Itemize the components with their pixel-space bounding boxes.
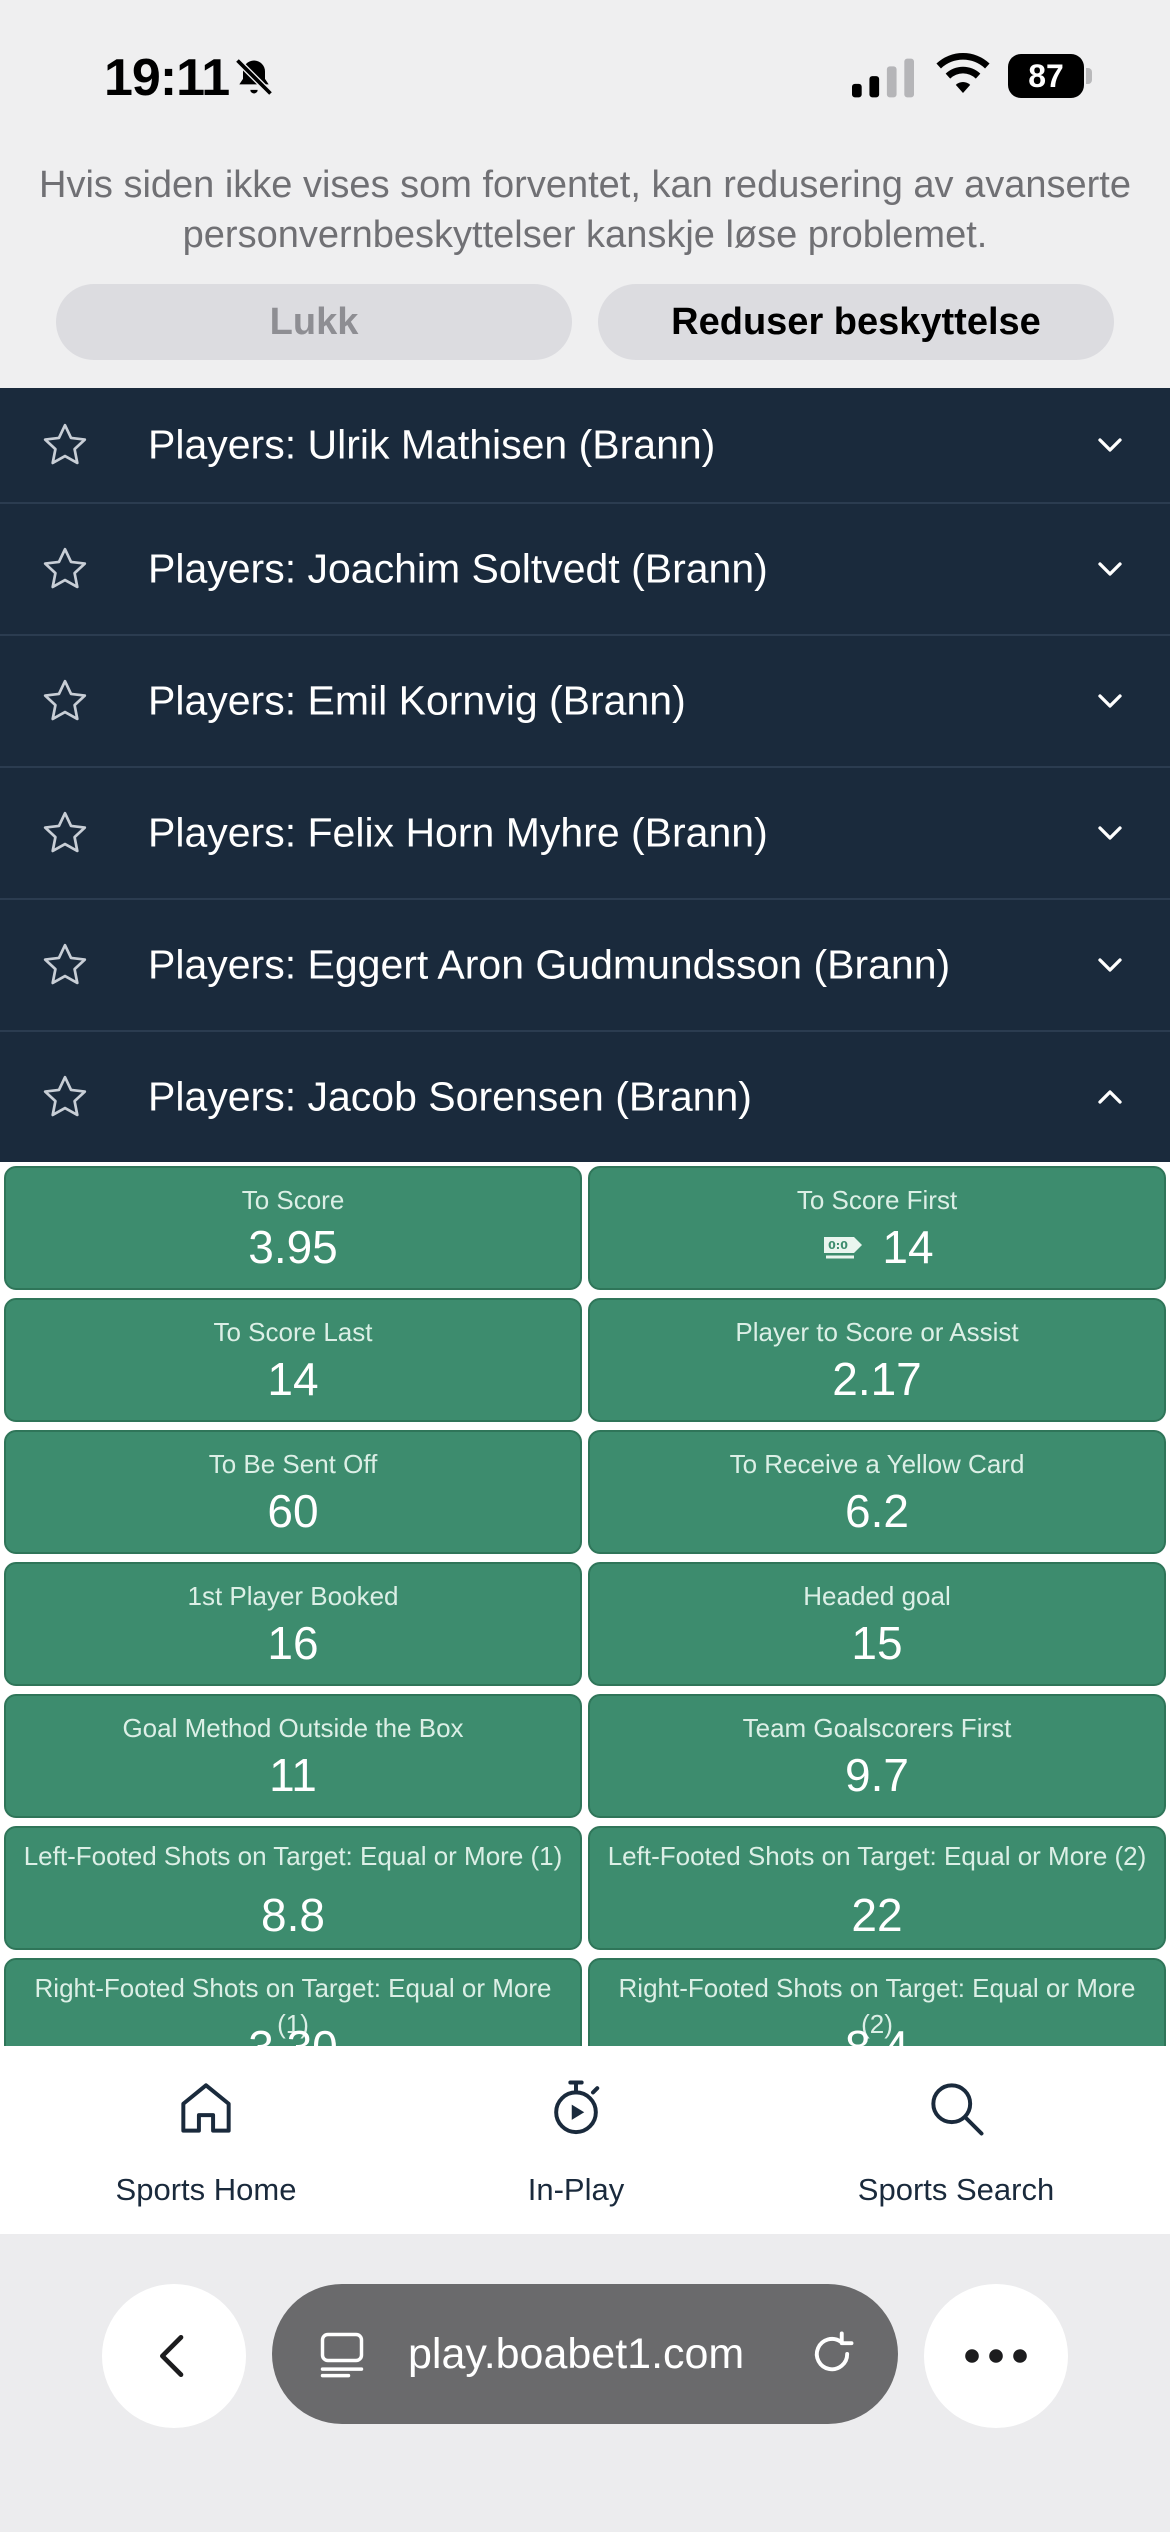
signal-icon <box>852 58 914 98</box>
odds-label: Team Goalscorers First <box>742 1713 1012 1743</box>
odds-label: To Score <box>241 1185 345 1215</box>
odds-value: 60 <box>267 1485 319 1537</box>
odds-value: 8.4 <box>590 2020 1164 2046</box>
player-market-label: Players: Jacob Sorensen (Brann) <box>148 1073 752 1120</box>
odds-label: Goal Method Outside the Box <box>122 1713 464 1743</box>
odds-value: 22 <box>851 1889 903 1941</box>
player-market-row[interactable]: Players: Felix Horn Myhre (Brann) <box>0 768 1170 900</box>
url-text: play.boabet1.com <box>408 2330 745 2378</box>
odds-button[interactable]: Right-Footed Shots on Target: Equal or M… <box>588 1958 1166 2046</box>
ellipsis-icon <box>965 2349 1027 2363</box>
odds-button[interactable]: Headed goal 15 <box>588 1562 1166 1686</box>
chevron-down-icon[interactable] <box>1090 945 1130 985</box>
close-button[interactable]: Lukk <box>56 284 572 360</box>
odds-value: 8.8 <box>261 1889 325 1941</box>
reduce-protection-button[interactable]: Reduser beskyttelse <box>598 284 1114 360</box>
search-icon <box>931 2083 984 2136</box>
player-market-row-expanded[interactable]: Players: Jacob Sorensen (Brann) <box>0 1032 1170 1162</box>
star-icon[interactable] <box>40 544 90 594</box>
odds-button[interactable]: Goal Method Outside the Box 11 <box>4 1694 582 1818</box>
odds-button[interactable]: Left-Footed Shots on Target: Equal or Mo… <box>4 1826 582 1950</box>
more-button[interactable] <box>924 2284 1068 2428</box>
nav-in-play[interactable]: In-Play <box>436 2046 716 2234</box>
privacy-banner-message: Hvis siden ikke vises som forventet, kan… <box>39 164 1131 256</box>
chevron-down-icon[interactable] <box>1090 813 1130 853</box>
address-bar[interactable]: play.boabet1.com <box>272 2284 898 2424</box>
stopwatch-icon <box>554 2080 600 2135</box>
odds-button[interactable]: To Score First 0:0 14 <box>588 1166 1166 1290</box>
battery-icon: 87 <box>1008 54 1092 98</box>
odds-value: 14 <box>267 1353 319 1405</box>
odds-value: 16 <box>267 1617 319 1669</box>
odds-value-wrap: 0:0 14 <box>590 1220 1164 1274</box>
odds-button[interactable]: Left-Footed Shots on Target: Equal or Mo… <box>588 1826 1166 1950</box>
odds-label: To Be Sent Off <box>208 1449 378 1479</box>
svg-text:0:0: 0:0 <box>829 1239 849 1252</box>
nav-sports-search[interactable]: Sports Search <box>816 2046 1096 2234</box>
odds-label: Headed goal <box>803 1581 951 1611</box>
odds-value: 3.30 <box>6 2020 580 2046</box>
odds-value: 14 <box>882 1221 934 1273</box>
player-market-label: Players: Ulrik Mathisen (Brann) <box>148 421 716 468</box>
odds-button[interactable]: 1st Player Booked 16 <box>4 1562 582 1686</box>
star-icon[interactable] <box>40 1072 90 1122</box>
odds-button[interactable]: To Be Sent Off 60 <box>4 1430 582 1554</box>
page-menu-icon[interactable] <box>316 2328 368 2380</box>
odds-grid: To Score 3.95 To Score First 0:0 14 To S… <box>0 1162 1170 2046</box>
chevron-down-icon[interactable] <box>1090 425 1130 465</box>
status-bar: 19:11 87 <box>0 0 1170 150</box>
odds-button[interactable]: Right-Footed Shots on Target: Equal or M… <box>4 1958 582 2046</box>
reload-icon[interactable] <box>806 2328 858 2380</box>
odds-button[interactable]: Team Goalscorers First 9.7 <box>588 1694 1166 1818</box>
player-market-row[interactable]: Players: Joachim Soltvedt (Brann) <box>0 504 1170 636</box>
odds-button[interactable]: To Receive a Yellow Card 6.2 <box>588 1430 1166 1554</box>
player-market-row[interactable]: Players: Emil Kornvig (Brann) <box>0 636 1170 768</box>
player-market-row[interactable]: Players: Ulrik Mathisen (Brann) <box>0 388 1170 504</box>
chevron-up-icon[interactable] <box>1090 1077 1130 1117</box>
odds-value: 11 <box>269 1749 317 1801</box>
status-time: 19:11 <box>104 49 230 107</box>
player-market-label: Players: Emil Kornvig (Brann) <box>148 677 686 724</box>
player-market-row[interactable]: Players: Eggert Aron Gudmundsson (Brann) <box>0 900 1170 1032</box>
star-icon[interactable] <box>40 676 90 726</box>
bell-slash-icon <box>235 58 273 96</box>
player-market-label: Players: Joachim Soltvedt (Brann) <box>148 545 768 592</box>
nav-label: In-Play <box>527 2172 625 2207</box>
odds-value: 9.7 <box>845 1749 909 1801</box>
odds-button[interactable]: Player to Score or Assist 2.17 <box>588 1298 1166 1422</box>
browser-toolbar: play.boabet1.com <box>0 2234 1170 2532</box>
odds-value: 2.17 <box>832 1353 922 1405</box>
player-market-list: Players: Ulrik Mathisen (Brann) Players:… <box>0 388 1170 1162</box>
chevron-down-icon[interactable] <box>1090 549 1130 589</box>
ticket-0-0-icon: 0:0 <box>824 1236 863 1259</box>
back-button[interactable] <box>102 2284 246 2428</box>
wifi-icon <box>936 52 990 93</box>
bottom-nav: Sports Home In-Play Sports Search <box>0 2046 1170 2234</box>
star-icon[interactable] <box>40 940 90 990</box>
home-icon <box>181 2083 231 2133</box>
nav-label: Sports Home <box>115 2172 297 2207</box>
odds-label: Left-Footed Shots on Target: Equal or Mo… <box>607 1841 1147 1871</box>
odds-value: 15 <box>851 1617 903 1669</box>
odds-label: 1st Player Booked <box>187 1581 399 1611</box>
odds-label: To Receive a Yellow Card <box>729 1449 1025 1479</box>
odds-label: Player to Score or Assist <box>735 1317 1019 1347</box>
nav-sports-home[interactable]: Sports Home <box>66 2046 346 2234</box>
nav-label: Sports Search <box>857 2172 1055 2207</box>
odds-label: To Score First <box>796 1185 958 1215</box>
odds-button[interactable]: To Score Last 14 <box>4 1298 582 1422</box>
odds-button[interactable]: To Score 3.95 <box>4 1166 582 1290</box>
star-icon[interactable] <box>40 420 90 470</box>
battery-level: 87 <box>1008 54 1084 98</box>
odds-label: Left-Footed Shots on Target: Equal or Mo… <box>23 1841 563 1871</box>
odds-value: 6.2 <box>845 1485 909 1537</box>
odds-value: 3.95 <box>248 1221 338 1273</box>
star-icon[interactable] <box>40 808 90 858</box>
player-market-label: Players: Eggert Aron Gudmundsson (Brann) <box>148 941 951 988</box>
player-market-label: Players: Felix Horn Myhre (Brann) <box>148 809 768 856</box>
chevron-down-icon[interactable] <box>1090 681 1130 721</box>
odds-label: To Score Last <box>213 1317 373 1347</box>
chevron-left-icon <box>160 2335 184 2377</box>
